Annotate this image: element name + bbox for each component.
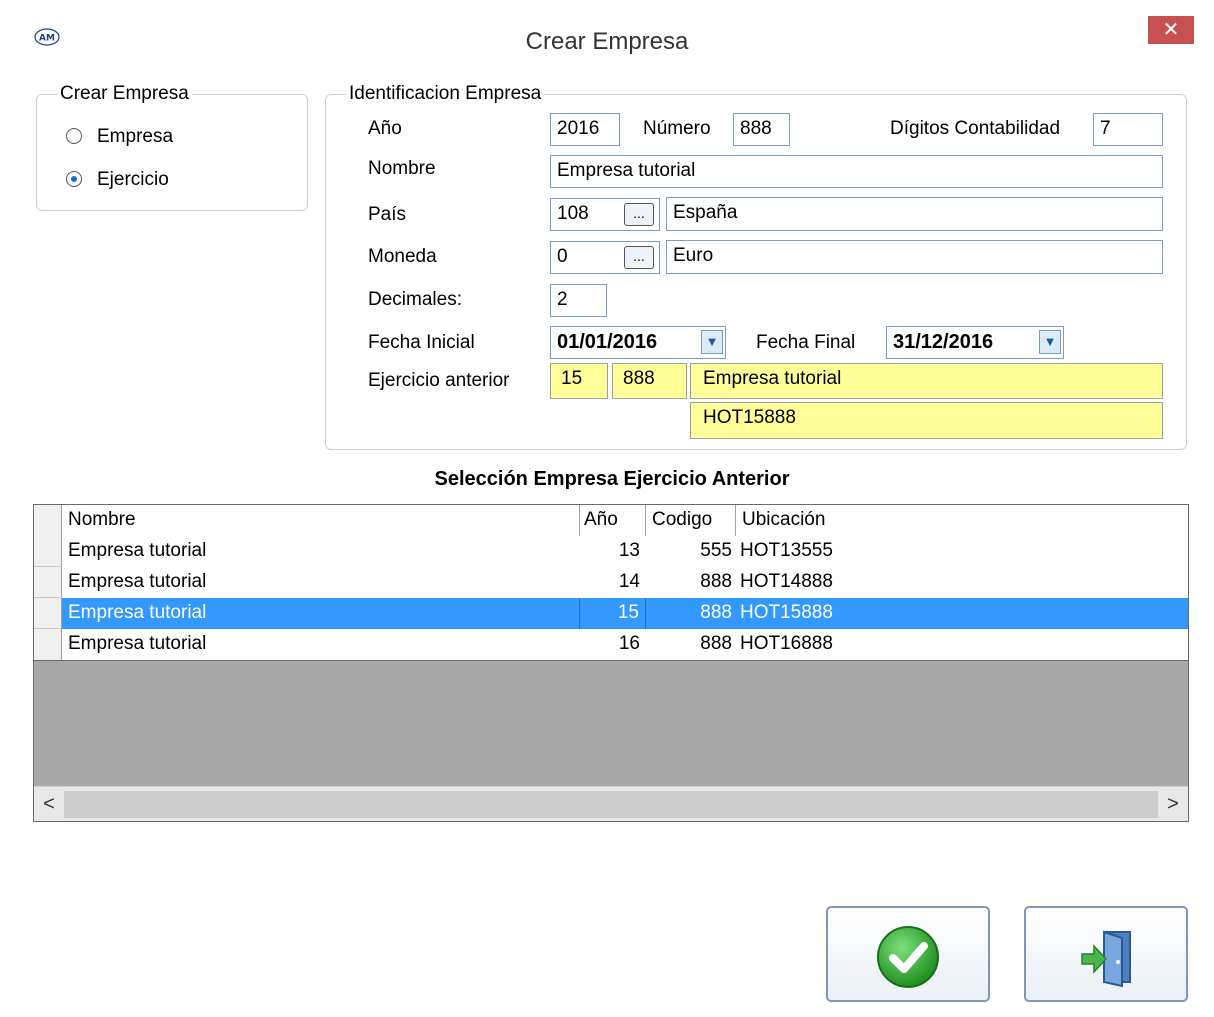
crear-empresa-legend: Crear Empresa: [57, 83, 192, 105]
grid-title: Selección Empresa Ejercicio Anterior: [434, 468, 790, 490]
fecha-final-value: 31/12/2016: [893, 331, 994, 353]
cell-ano[interactable]: 15: [580, 598, 646, 629]
decimales-label: Decimales:: [368, 289, 462, 310]
cell-nombre[interactable]: Empresa tutorial: [62, 536, 580, 567]
fecha-final-label: Fecha Final: [756, 332, 856, 353]
table-row-selected[interactable]: Empresa tutorial 15 888 HOT15888: [34, 598, 1188, 629]
nombre-label: Nombre: [368, 158, 436, 179]
chevron-down-icon[interactable]: ▼: [1039, 330, 1061, 354]
radio-empresa-label[interactable]: Empresa: [97, 126, 173, 148]
header-ubicacion[interactable]: Ubicación: [736, 505, 1188, 536]
ejercicio-anterior-label: Ejercicio anterior: [368, 370, 510, 391]
cell-ubicacion[interactable]: HOT13555: [736, 536, 1188, 567]
header-nombre[interactable]: Nombre: [62, 505, 580, 536]
pais-label: País: [368, 204, 407, 225]
moneda-label: Moneda: [368, 246, 437, 267]
exit-door-icon: [1078, 926, 1142, 988]
close-button[interactable]: ✕: [1148, 16, 1194, 44]
fecha-inicial-value: 01/01/2016: [557, 331, 658, 353]
decimales-field[interactable]: 2: [550, 284, 607, 317]
header-codigo[interactable]: Codigo: [646, 505, 736, 536]
ejercicio-ubicacion-field: HOT15888: [690, 402, 1163, 439]
horizontal-scrollbar[interactable]: < >: [34, 786, 1188, 821]
grid-header: Nombre Año Codigo Ubicación: [34, 505, 1188, 537]
radio-ejercicio[interactable]: [66, 171, 82, 187]
cell-ano[interactable]: 13: [580, 536, 646, 567]
chevron-down-icon[interactable]: ▼: [701, 330, 723, 354]
header-ano[interactable]: Año: [580, 505, 646, 536]
row-selector[interactable]: [34, 629, 62, 660]
cell-ubicacion[interactable]: HOT14888: [736, 567, 1188, 598]
moneda-lookup-button[interactable]: ...: [624, 246, 654, 269]
table-row[interactable]: Empresa tutorial 14 888 HOT14888: [34, 567, 1188, 598]
ano-label: Año: [368, 118, 402, 139]
numero-field[interactable]: 888: [733, 113, 790, 146]
title-bar: AM Crear Empresa ✕: [0, 0, 1214, 55]
check-icon: [875, 924, 941, 990]
chevron-left-icon: <: [43, 793, 55, 815]
cell-ubicacion[interactable]: HOT15888: [736, 598, 1188, 629]
digitos-field[interactable]: 7: [1093, 113, 1163, 146]
ejercicio-ano-field: 15: [550, 363, 608, 399]
cell-nombre[interactable]: Empresa tutorial: [62, 598, 580, 629]
row-selector[interactable]: [34, 567, 62, 598]
window-title: Crear Empresa: [525, 28, 689, 55]
chevron-right-icon: >: [1167, 793, 1179, 815]
crear-empresa-group: Crear Empresa: [36, 83, 308, 211]
fecha-inicial-picker[interactable]: 01/01/2016 ▼: [550, 326, 726, 359]
accept-button[interactable]: [826, 906, 990, 1002]
cell-ano[interactable]: 16: [580, 629, 646, 660]
numero-label: Número: [643, 118, 711, 139]
ano-field[interactable]: 2016: [550, 113, 620, 146]
exit-button[interactable]: [1024, 906, 1188, 1002]
empresa-grid[interactable]: Nombre Año Codigo Ubicación Empresa tuto…: [33, 504, 1189, 822]
cell-codigo[interactable]: 888: [646, 567, 736, 598]
cell-codigo[interactable]: 555: [646, 536, 736, 567]
table-row[interactable]: Empresa tutorial 13 555 HOT13555: [34, 536, 1188, 567]
cell-ubicacion[interactable]: HOT16888: [736, 629, 1188, 660]
radio-ejercicio-label[interactable]: Ejercicio: [97, 169, 169, 191]
row-selector[interactable]: [34, 536, 62, 567]
fecha-final-picker[interactable]: 31/12/2016 ▼: [886, 326, 1064, 359]
fecha-inicial-label: Fecha Inicial: [368, 332, 475, 353]
scroll-left-button[interactable]: <: [34, 787, 64, 821]
pais-lookup-button[interactable]: ...: [624, 203, 654, 226]
pais-name-field: España: [666, 197, 1163, 231]
identificacion-legend: Identificacion Empresa: [346, 83, 545, 105]
digitos-label: Dígitos Contabilidad: [890, 118, 1061, 139]
close-icon: ✕: [1162, 19, 1180, 41]
table-row[interactable]: Empresa tutorial 16 888 HOT16888: [34, 629, 1188, 661]
cell-ano[interactable]: 14: [580, 567, 646, 598]
header-row-selector: [34, 505, 62, 536]
nombre-field[interactable]: Empresa tutorial: [550, 155, 1163, 188]
cell-nombre[interactable]: Empresa tutorial: [62, 567, 580, 598]
radio-empresa[interactable]: [66, 128, 82, 144]
scroll-right-button[interactable]: >: [1158, 787, 1188, 821]
scroll-thumb[interactable]: [64, 791, 1158, 818]
moneda-name-field: Euro: [666, 240, 1163, 274]
row-selector[interactable]: [34, 598, 62, 629]
ejercicio-nombre-field: Empresa tutorial: [690, 363, 1163, 399]
cell-codigo[interactable]: 888: [646, 629, 736, 660]
cell-nombre[interactable]: Empresa tutorial: [62, 629, 580, 660]
ejercicio-numero-field: 888: [612, 363, 687, 399]
cell-codigo[interactable]: 888: [646, 598, 736, 629]
